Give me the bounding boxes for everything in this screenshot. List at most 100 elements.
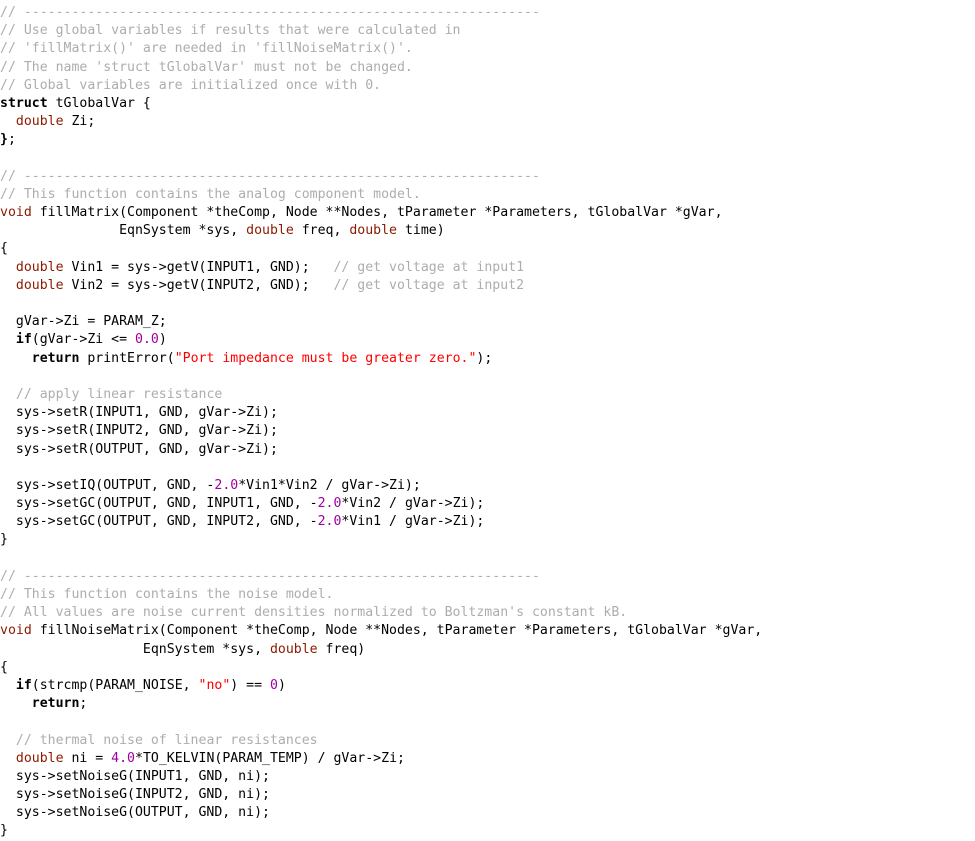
code-token-kwbold: return — [31, 350, 80, 366]
code-token-plain: sys->setGC(OUTPUT, GND, INPUT2, GND, - — [0, 514, 318, 530]
code-token-kwbold: return — [31, 696, 80, 712]
code-token-kwbold: if — [15, 677, 32, 693]
code-token-plain: *TO_KELVIN(PARAM_TEMP) / gVar->Zi; — [135, 750, 405, 766]
code-line: return printError("Port impedance must b… — [0, 350, 975, 368]
code-token-plain: *Vin1 / gVar->Zi); — [341, 514, 485, 530]
code-line: sys->setNoiseG(INPUT2, GND, ni); — [0, 786, 975, 804]
code-token-number: 2.0 — [317, 496, 342, 512]
code-line: }; — [0, 131, 975, 149]
code-line: // Global variables are initialized once… — [0, 77, 975, 95]
code-token-plain: ; — [79, 696, 88, 712]
code-line: { — [0, 659, 975, 677]
code-token-plain: EqnSystem *sys, — [0, 641, 270, 657]
code-token-kwbold: if — [15, 332, 32, 348]
code-line: // The name 'struct tGlobalVar' must not… — [0, 59, 975, 77]
code-line: sys->setIQ(OUTPUT, GND, -2.0*Vin1*Vin2 /… — [0, 477, 975, 495]
code-token-plain: sys->setNoiseG(OUTPUT, GND, ni); — [0, 805, 270, 821]
code-token-plain: fillNoiseMatrix(Component *theComp, Node… — [31, 623, 763, 639]
code-token-keyword: double — [15, 114, 64, 130]
code-line: if(gVar->Zi <= 0.0) — [0, 331, 975, 349]
code-token-comment: // All values are noise current densitie… — [0, 605, 628, 621]
code-line: // -------------------------------------… — [0, 4, 975, 22]
code-token-number: 2.0 — [317, 514, 342, 530]
code-token-keyword: double — [349, 223, 397, 239]
code-token-number: 0.0 — [135, 332, 159, 348]
code-line: double Vin2 = sys->getV(INPUT2, GND); //… — [0, 277, 975, 295]
code-line: // thermal noise of linear resistances — [0, 732, 975, 750]
code-token-comment: // -------------------------------------… — [0, 168, 540, 184]
code-line: gVar->Zi = PARAM_Z; — [0, 313, 975, 331]
code-token-plain: sys->setR(INPUT1, GND, gVar->Zi); — [0, 405, 278, 421]
code-token-comment: // get voltage at input1 — [333, 259, 525, 275]
code-token-number: 4.0 — [111, 750, 135, 766]
code-line: sys->setNoiseG(OUTPUT, GND, ni); — [0, 804, 975, 822]
code-token-number: 0 — [269, 677, 278, 693]
code-line: } — [0, 531, 975, 549]
code-token-comment: // apply linear resistance — [15, 386, 223, 402]
code-token-plain: sys->setNoiseG(INPUT2, GND, ni); — [0, 787, 270, 803]
code-line: sys->setR(OUTPUT, GND, gVar->Zi); — [0, 441, 975, 459]
code-line: double Zi; — [0, 113, 975, 131]
code-line: // This function contains the noise mode… — [0, 586, 975, 604]
code-line: { — [0, 240, 975, 258]
code-token-comment: // thermal noise of linear resistances — [15, 732, 318, 748]
code-token-comment: // This function contains the noise mode… — [0, 587, 334, 602]
code-token-plain: sys->setIQ(OUTPUT, GND, - — [0, 477, 215, 493]
code-text-area[interactable]: // -------------------------------------… — [0, 4, 975, 841]
code-token-plain: freq) — [317, 641, 366, 657]
code-token-comment: // This function contains the analog com… — [0, 186, 421, 202]
code-token-plain: gVar->Zi = PARAM_Z; — [0, 314, 167, 330]
code-token-plain: Zi; — [63, 114, 96, 130]
code-token-comment: // 'fillMatrix()' are needed in 'fillNoi… — [0, 41, 413, 57]
code-token-string: "Port impedance must be greater zero." — [174, 350, 477, 366]
code-token-keyword: double — [15, 750, 64, 766]
code-token-comment: // Use global variables if results that … — [0, 23, 461, 39]
code-line: if(strcmp(PARAM_NOISE, "no") == 0) — [0, 677, 975, 695]
code-token-comment: // get voltage at input2 — [333, 277, 525, 293]
code-line: double Vin1 = sys->getV(INPUT1, GND); //… — [0, 259, 975, 277]
code-line: struct tGlobalVar { — [0, 95, 975, 113]
code-token-plain: tGlobalVar { — [47, 95, 151, 111]
code-line: // -------------------------------------… — [0, 168, 975, 186]
code-line: // -------------------------------------… — [0, 568, 975, 586]
code-token-plain: ; — [7, 132, 16, 148]
code-line: EqnSystem *sys, double freq) — [0, 641, 975, 659]
code-line: // 'fillMatrix()' are needed in 'fillNoi… — [0, 40, 975, 58]
code-token-string: "no" — [198, 677, 231, 693]
code-token-plain: { — [0, 659, 8, 675]
code-token-plain: { — [0, 241, 8, 257]
code-token-plain: EqnSystem *sys, — [0, 223, 247, 239]
code-line: } — [0, 822, 975, 840]
code-token-plain: (strcmp(PARAM_NOISE, — [31, 677, 199, 693]
code-line: double ni = 4.0*TO_KELVIN(PARAM_TEMP) / … — [0, 750, 975, 768]
code-token-number: 2.0 — [214, 477, 239, 493]
code-token-plain: ) — [158, 332, 167, 348]
code-token-kwbold: } — [0, 132, 8, 148]
code-line: sys->setR(INPUT1, GND, gVar->Zi); — [0, 404, 975, 422]
code-token-plain: Vin1 = sys->getV(INPUT1, GND); — [63, 259, 334, 275]
code-token-comment: // -------------------------------------… — [0, 568, 540, 584]
code-token-keyword: double — [15, 259, 64, 275]
code-token-plain: ) == — [230, 677, 270, 693]
code-token-plain: *Vin2 / gVar->Zi); — [341, 496, 485, 512]
code-token-keyword: void — [0, 623, 32, 639]
code-token-plain: } — [0, 823, 8, 839]
code-token-plain: ) — [277, 677, 286, 693]
code-line: return; — [0, 695, 975, 713]
code-editor[interactable]: // -------------------------------------… — [0, 0, 975, 838]
code-token-plain: sys->setR(OUTPUT, GND, gVar->Zi); — [0, 441, 278, 457]
code-line: // apply linear resistance — [0, 386, 975, 404]
